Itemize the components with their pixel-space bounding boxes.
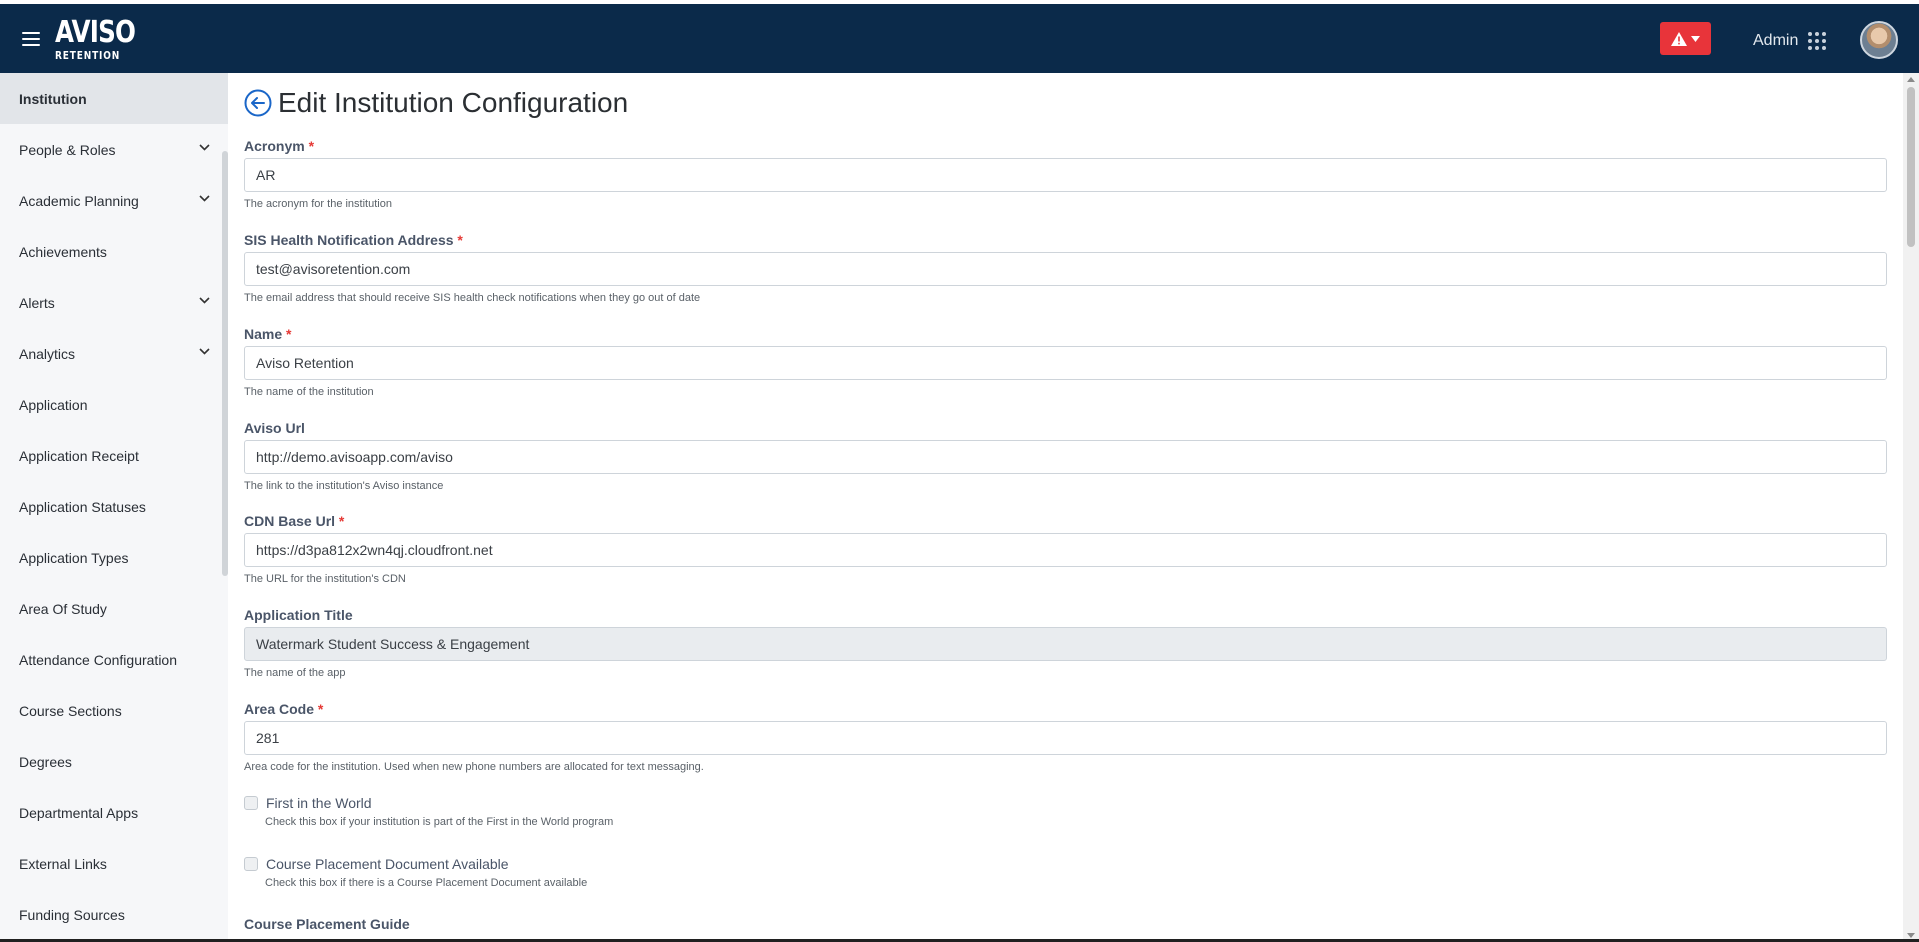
sidebar-item-label: Course Sections <box>19 702 122 719</box>
acronym-field-group: Acronym * The acronym for the institutio… <box>244 138 1887 210</box>
sidebar-item-external-links[interactable]: External Links <box>0 838 228 889</box>
sidebar-item-label: Academic Planning <box>19 192 139 209</box>
name-input[interactable] <box>244 346 1887 380</box>
sidebar-item-alerts[interactable]: Alerts <box>0 277 228 328</box>
course-doc-checkbox-group: Course Placement Document Available Chec… <box>244 856 587 889</box>
sidebar-item-label: Analytics <box>19 345 76 362</box>
cdn-label: CDN Base Url * <box>244 513 345 529</box>
sidebar-item-application-statuses[interactable]: Application Statuses <box>0 481 228 532</box>
course-guide-label: Course Placement Guide <box>244 916 410 932</box>
app-title-help: The name of the app <box>244 667 346 679</box>
first-world-checkbox[interactable] <box>244 796 258 810</box>
sidebar-item-label: Application Statuses <box>19 498 146 515</box>
sidebar-item-degrees[interactable]: Degrees <box>0 736 228 787</box>
area-code-field-group: Area Code * Area code for the institutio… <box>244 701 1887 773</box>
sidebar-item-departmental-apps[interactable]: Departmental Apps <box>0 787 228 838</box>
name-help: The name of the institution <box>244 386 374 398</box>
sidebar-item-label: People & Roles <box>19 141 116 158</box>
scroll-down-arrow-icon[interactable] <box>1907 933 1915 938</box>
sidebar-item-label: Application Types <box>19 549 129 566</box>
chevron-down-icon[interactable] <box>199 297 210 304</box>
sidebar-item-label: Institution <box>19 90 87 107</box>
sis-help: The email address that should receive SI… <box>244 292 701 304</box>
sidebar: Institution People & Roles Academic Planni… <box>0 73 228 942</box>
first-world-checkbox-group: First in the World Check this box if you… <box>244 795 613 828</box>
app-title-input <box>244 627 1887 661</box>
course-doc-help: Check this box if there is a Course Plac… <box>265 877 588 889</box>
app-title-label: Application Title <box>244 607 353 623</box>
sidebar-item-people-roles[interactable]: People & Roles <box>0 124 228 175</box>
first-world-help: Check this box if your institution is pa… <box>265 816 614 828</box>
sis-email-input[interactable] <box>244 252 1887 286</box>
area-code-input[interactable] <box>244 721 1887 755</box>
app-title-field-group: Application Title The name of the app <box>244 607 1887 679</box>
sidebar-item-analytics[interactable]: Analytics <box>0 328 228 379</box>
aviso-url-field-group: Aviso Url The link to the institution's … <box>244 420 1887 492</box>
aviso-url-input[interactable] <box>244 440 1887 474</box>
area-code-help: Area code for the institution. Used when… <box>244 761 704 773</box>
user-label[interactable]: Admin <box>1753 32 1798 50</box>
area-code-label: Area Code * <box>244 701 324 717</box>
logo-text: AVISO <box>55 15 136 50</box>
scroll-up-arrow-icon[interactable] <box>1907 77 1915 82</box>
aviso-url-label: Aviso Url <box>244 420 305 436</box>
page-title: Edit Institution Configuration <box>278 87 629 118</box>
chevron-down-icon[interactable] <box>199 195 210 202</box>
page-header: Edit Institution Configuration <box>244 87 628 119</box>
logo-subtext: RETENTION <box>55 49 121 62</box>
course-doc-label[interactable]: Course Placement Document Available <box>266 856 509 872</box>
main-content: Edit Institution Configuration Acronym *… <box>228 73 1900 942</box>
name-field-group: Name * The name of the institution <box>244 326 1887 398</box>
top-navbar: AVISO RETENTION Admin <box>0 0 1919 73</box>
sidebar-item-label: Funding Sources <box>19 906 125 923</box>
sidebar-item-achievements[interactable]: Achievements <box>0 226 228 277</box>
sidebar-item-label: Application Receipt <box>19 447 139 464</box>
alerts-dropdown-button[interactable] <box>1660 22 1711 55</box>
aviso-url-help: The link to the institution's Aviso inst… <box>244 480 444 492</box>
acronym-help: The acronym for the institution <box>244 198 392 210</box>
sidebar-item-area-of-study[interactable]: Area Of Study <box>0 583 228 634</box>
cdn-help: The URL for the institution's CDN <box>244 573 406 585</box>
sidebar-item-academic-planning[interactable]: Academic Planning <box>0 175 228 226</box>
cdn-field-group: CDN Base Url * The URL for the instituti… <box>244 513 1887 585</box>
sidebar-item-label: Area Of Study <box>19 600 107 617</box>
course-guide-field-group: Course Placement Guide <box>244 916 1887 936</box>
apps-grid-icon[interactable] <box>1808 32 1827 51</box>
sis-field-group: SIS Health Notification Address * The em… <box>244 232 1887 304</box>
sidebar-item-label: Departmental Apps <box>19 804 139 821</box>
back-arrow-icon[interactable] <box>244 89 272 117</box>
sidebar-item-course-sections[interactable]: Course Sections <box>0 685 228 736</box>
sidebar-item-application-receipt[interactable]: Application Receipt <box>0 430 228 481</box>
avatar[interactable] <box>1860 21 1898 59</box>
sidebar-item-funding-sources[interactable]: Funding Sources <box>0 889 228 940</box>
sidebar-item-application[interactable]: Application <box>0 379 228 430</box>
sidebar-item-label: External Links <box>19 855 107 872</box>
main-scrollbar[interactable] <box>1903 73 1919 942</box>
caret-down-icon <box>1691 35 1700 42</box>
sidebar-item-label: Achievements <box>19 243 107 260</box>
menu-icon[interactable] <box>22 32 40 46</box>
course-doc-checkbox[interactable] <box>244 857 258 871</box>
name-label: Name * <box>244 326 292 342</box>
sidebar-item-label: Attendance Configuration <box>19 651 177 668</box>
cdn-url-input[interactable] <box>244 533 1887 567</box>
chevron-down-icon[interactable] <box>199 144 210 151</box>
acronym-label: Acronym * <box>244 138 315 154</box>
sidebar-item-label: Application <box>19 396 88 413</box>
first-world-label[interactable]: First in the World <box>266 795 372 811</box>
aviso-logo[interactable]: AVISO RETENTION <box>55 15 153 62</box>
main-scrollbar-thumb[interactable] <box>1907 87 1915 247</box>
sidebar-item-label: Alerts <box>19 294 55 311</box>
sidebar-item-institution[interactable]: Institution <box>0 73 228 124</box>
acronym-input[interactable] <box>244 158 1887 192</box>
chevron-down-icon[interactable] <box>199 348 210 355</box>
warning-icon <box>1671 31 1687 46</box>
sidebar-item-label: Degrees <box>19 753 72 770</box>
sidebar-item-attendance-configuration[interactable]: Attendance Configuration <box>0 634 228 685</box>
sidebar-item-application-types[interactable]: Application Types <box>0 532 228 583</box>
sis-label: SIS Health Notification Address * <box>244 232 463 248</box>
